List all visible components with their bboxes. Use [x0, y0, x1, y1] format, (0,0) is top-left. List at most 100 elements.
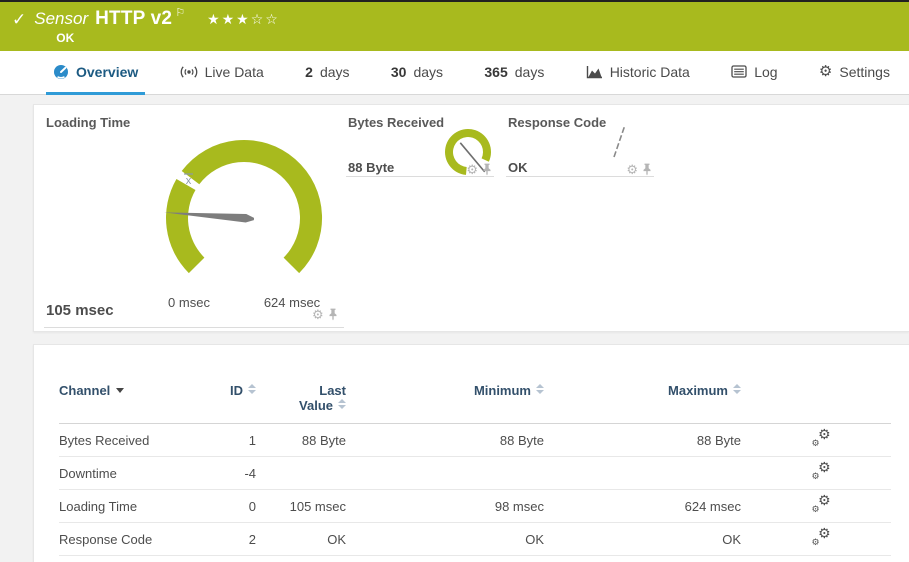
tab-label: Historic Data — [610, 64, 690, 80]
channel-settings-icon[interactable]: ⚙⚙ — [812, 496, 831, 513]
channel-id: 2 — [209, 523, 266, 556]
channel-minimum: 98 msec — [356, 490, 554, 523]
col-last-value[interactable]: Last Value — [266, 375, 356, 424]
channel-last-value: 88 Byte — [266, 424, 356, 457]
gauge-icon — [53, 64, 69, 80]
col-label: Last — [319, 383, 346, 398]
channel-minimum — [356, 457, 554, 490]
col-channel[interactable]: Channel — [59, 375, 209, 424]
area-chart-icon — [586, 65, 603, 79]
tab-label: days — [515, 64, 545, 80]
tab-365-days[interactable]: 365 days — [477, 51, 551, 95]
status-check-icon: ✓ — [12, 10, 26, 30]
object-kind-label: Sensor — [34, 8, 88, 30]
channel-settings-icon[interactable]: ⚙⚙ — [812, 463, 831, 480]
sensor-header: ✓ Sensor HTTP v2 ⚐ ★★★☆☆ OK — [0, 0, 909, 51]
sensor-status-badge: OK — [56, 31, 280, 45]
table-row: Downtime -4 ⚙⚙ — [59, 457, 891, 490]
tab-label: Log — [754, 64, 777, 80]
live-icon — [180, 65, 198, 79]
tab-settings[interactable]: ⚙ Settings — [812, 51, 897, 95]
tab-number: 2 — [305, 64, 313, 80]
col-label: Minimum — [474, 383, 531, 398]
channel-gear-icon[interactable]: ⚙ — [626, 163, 638, 176]
channel-gear-icon[interactable]: ⚙ — [466, 163, 478, 176]
sort-icon — [248, 384, 256, 394]
col-minimum[interactable]: Minimum — [356, 375, 554, 424]
channel-maximum — [554, 457, 751, 490]
response-code-title: Response Code — [508, 115, 606, 130]
tab-historic-data[interactable]: Historic Data — [579, 51, 697, 95]
pin-icon[interactable] — [328, 308, 338, 321]
bytes-received-value: 88 Byte — [348, 160, 394, 175]
sort-icon — [733, 384, 741, 394]
sensor-tabbar: Overview Live Data 2 days 30 days 365 da… — [0, 51, 909, 95]
tab-2-days[interactable]: 2 days — [298, 51, 356, 95]
col-id[interactable]: ID — [209, 375, 266, 424]
channel-name: Response Code — [59, 523, 209, 556]
loading-time-value: 105 msec — [46, 302, 114, 319]
col-label: Channel — [59, 383, 110, 398]
channel-settings-icon[interactable]: ⚙⚙ — [812, 430, 831, 447]
bytes-received-actions[interactable]: ⚙ — [466, 163, 492, 176]
tab-label: days — [413, 64, 443, 80]
col-label: ID — [230, 383, 243, 398]
col-maximum[interactable]: Maximum — [554, 375, 751, 424]
col-actions — [751, 375, 891, 424]
panel-divider — [506, 176, 654, 177]
loading-time-gauge: x — [154, 128, 334, 308]
bytes-received-title: Bytes Received — [348, 115, 444, 130]
gauges-card: Loading Time x 0 msec 624 msec 105 msec … — [33, 104, 909, 332]
tab-30-days[interactable]: 30 days — [384, 51, 450, 95]
channel-last-value: 105 msec — [266, 490, 356, 523]
channel-name: Bytes Received — [59, 424, 209, 457]
table-header-row: Channel ID Last Value Minimum Maximum — [59, 375, 891, 424]
tab-label: Live Data — [205, 64, 264, 80]
overview-content: Loading Time x 0 msec 624 msec 105 msec … — [0, 95, 909, 562]
channels-card: Channel ID Last Value Minimum Maximum — [33, 344, 909, 562]
panel-divider — [346, 176, 494, 177]
channels-table: Channel ID Last Value Minimum Maximum — [59, 375, 891, 556]
channel-last-value: OK — [266, 523, 356, 556]
channel-maximum: 624 msec — [554, 490, 751, 523]
channel-maximum: 88 Byte — [554, 424, 751, 457]
loading-time-actions[interactable]: ⚙ — [312, 308, 338, 321]
tab-number: 30 — [391, 64, 407, 80]
channel-name: Downtime — [59, 457, 209, 490]
table-row: Loading Time 0 105 msec 98 msec 624 msec… — [59, 490, 891, 523]
response-code-panel: Response Code OK ⚙ — [506, 105, 654, 185]
gauge-min-label: 0 msec — [149, 295, 229, 310]
tab-overview[interactable]: Overview — [46, 51, 145, 95]
channel-id: 1 — [209, 424, 266, 457]
channel-settings-icon[interactable]: ⚙⚙ — [812, 529, 831, 546]
tab-log[interactable]: Log — [724, 51, 784, 95]
flag-icon[interactable]: ⚐ — [175, 2, 185, 24]
pin-icon[interactable] — [482, 163, 492, 176]
tab-label: Settings — [839, 64, 890, 80]
tab-label: Overview — [76, 64, 138, 80]
table-row: Bytes Received 1 88 Byte 88 Byte 88 Byte… — [59, 424, 891, 457]
channel-minimum: OK — [356, 523, 554, 556]
col-label: Value — [299, 398, 333, 413]
pin-icon[interactable] — [642, 163, 652, 176]
mean-marker-label: x — [186, 175, 192, 187]
panel-divider — [44, 327, 344, 328]
tab-live-data[interactable]: Live Data — [173, 51, 271, 95]
channel-id: 0 — [209, 490, 266, 523]
sort-icon — [338, 399, 346, 409]
priority-stars[interactable]: ★★★☆☆ — [207, 8, 280, 30]
channel-gear-icon[interactable]: ⚙ — [312, 308, 324, 321]
sort-desc-icon — [116, 388, 124, 393]
channel-last-value — [266, 457, 356, 490]
tab-label: days — [320, 64, 350, 80]
response-code-actions[interactable]: ⚙ — [626, 163, 652, 176]
channel-name: Loading Time — [59, 490, 209, 523]
gear-icon: ⚙ — [819, 64, 832, 79]
channel-id: -4 — [209, 457, 266, 490]
response-code-needle — [609, 121, 629, 159]
channel-minimum: 88 Byte — [356, 424, 554, 457]
response-code-value: OK — [508, 160, 528, 175]
tab-number: 365 — [484, 64, 507, 80]
sort-icon — [536, 384, 544, 394]
table-row: Response Code 2 OK OK OK ⚙⚙ — [59, 523, 891, 556]
